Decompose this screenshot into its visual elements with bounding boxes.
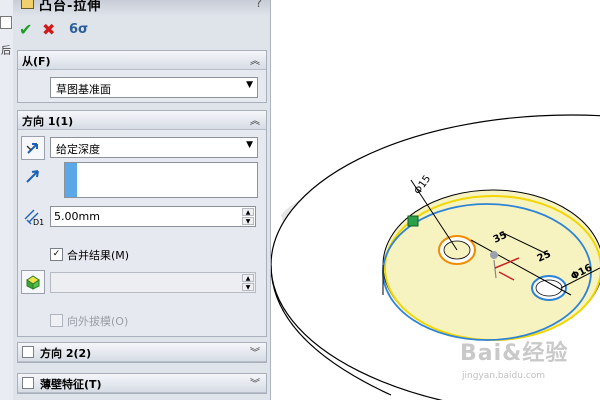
sketch-plane-marker [407,215,419,227]
from-group: 从(F) ︽ 草图基准面 ▼ [17,50,267,103]
selection-active-stripe [65,163,77,197]
draft-outward-checkbox [50,314,63,327]
end-condition-value: 给定深度 [56,143,100,156]
thin-feature-group-title: 薄壁特征(T) [40,378,102,391]
expand-chevron-icon[interactable]: ︾ [250,375,260,390]
direction2-group: 方向 2(2) ︾ [17,342,267,363]
help-icon[interactable]: ? [256,0,262,10]
end-condition-select[interactable]: 给定深度 ▼ [50,137,258,158]
from-group-title: 从(F) [22,55,51,68]
strip-label: 后 [1,46,11,57]
depth-value: 5.00mm [54,210,100,223]
draft-outward-label: 向外拔模(O) [67,315,129,328]
merge-result-label: 合并结果(M) [67,249,130,262]
extrude-feature-icon [21,0,34,9]
watermark-url: jingyan.baidu.com [462,371,546,381]
draft-spin-buttons: ▲ ▼ [242,274,254,291]
cancel-button[interactable]: ✖ [42,20,55,39]
reverse-direction-icon[interactable] [21,136,45,160]
ok-button[interactable]: ✔ [19,20,32,39]
depth-icon-label: D1 [33,218,45,227]
pm-title-bar: 凸台-拉伸 ? [13,0,270,16]
direction-selection-box[interactable] [64,162,258,198]
direction2-group-title: 方向 2(2) [40,347,92,360]
thin-feature-group-header[interactable]: 薄壁特征(T) ︾ [18,374,266,393]
collapse-chevron-icon[interactable]: ︽ [250,112,260,127]
detailed-preview-button[interactable]: 6σ [69,22,88,37]
from-group-header[interactable]: 从(F) ︽ [18,51,266,70]
dropdown-arrow-icon: ▼ [246,140,253,150]
action-bar: ✔ ✖ 6σ [13,20,270,42]
thin-feature-enable-checkbox[interactable] [22,377,34,389]
spin-down-button: ▼ [242,283,254,291]
left-panel-strip: 后 [0,0,14,400]
spin-down-button[interactable]: ▼ [242,217,254,225]
spin-up-button[interactable]: ▲ [242,208,254,216]
from-start-condition-select[interactable]: 草图基准面 ▼ [50,77,258,98]
draft-angle-spinbox: ▲ ▼ [50,272,256,293]
from-start-condition-value: 草图基准面 [56,83,111,96]
expand-chevron-icon[interactable]: ︾ [250,344,260,359]
direction1-group-header[interactable]: 方向 1(1) ︽ [18,111,266,130]
watermark: Bai&经验 jingyan.baidu.com [460,335,569,381]
direction1-group-title: 方向 1(1) [22,115,74,128]
spin-up-button: ▲ [242,274,254,282]
depth-spinbox[interactable]: 5.00mm ▲ ▼ [50,206,256,227]
dropdown-arrow-icon: ▼ [246,80,253,90]
direction-vector-icon [24,167,42,185]
strip-checkbox[interactable] [0,16,12,29]
depth-icon: D1 [22,207,46,227]
watermark-text: Bai&经验 [460,341,569,366]
origin-icon [490,251,498,259]
collapse-chevron-icon[interactable]: ︽ [250,52,260,67]
depth-spin-buttons: ▲ ▼ [242,208,254,225]
direction2-enable-checkbox[interactable] [22,346,34,358]
property-manager: 凸台-拉伸 ? ✔ ✖ 6σ 从(F) ︽ 草图基准面 ▼ 方向 1(1) ︽ … [13,0,271,400]
direction1-group: 方向 1(1) ︽ 给定深度 ▼ D1 5.00mm ▲ ▼ ✓ 合并结果(M)… [17,110,267,337]
pm-title: 凸台-拉伸 [39,0,102,14]
draft-on-off-icon[interactable] [21,270,45,294]
thin-feature-group: 薄壁特征(T) ︾ [17,373,267,394]
direction2-group-header[interactable]: 方向 2(2) ︾ [18,343,266,362]
merge-result-checkbox[interactable]: ✓ [50,248,63,261]
